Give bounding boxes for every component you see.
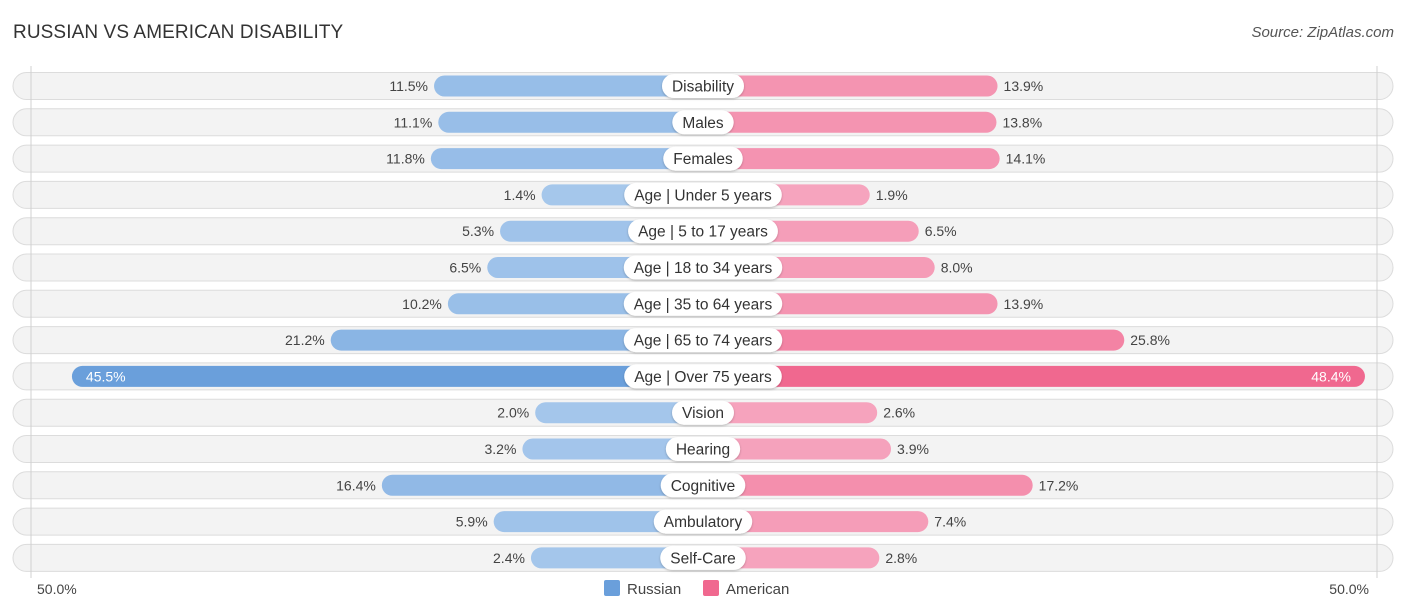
chart-row: 2.0% 2.6% Vision (12, 398, 1394, 427)
category-label: Ambulatory (664, 514, 743, 531)
value-label-russian: 11.5% (389, 78, 428, 94)
value-label-american: 2.8% (885, 550, 917, 566)
chart: 11.5% 13.9% Disability 11.1% 13.8% Males 11.8%… (12, 66, 1394, 598)
value-label-american: 25.8% (1130, 332, 1170, 348)
value-label-american: 48.4% (1311, 368, 1351, 384)
chart-row: 16.4% 17.2% Cognitive (12, 471, 1394, 500)
category-label: Age | 5 to 17 years (638, 224, 768, 241)
chart-row: 1.4% 1.9% Age | Under 5 years (12, 180, 1394, 209)
value-label-american: 2.6% (883, 405, 915, 421)
category-label: Age | 18 to 34 years (634, 260, 773, 277)
chart-row: 5.9% 7.4% Ambulatory (12, 507, 1394, 536)
bar-russian (71, 365, 704, 387)
value-label-russian: 16.4% (336, 477, 376, 493)
chart-row: 5.3% 6.5% Age | 5 to 17 years (12, 217, 1394, 246)
category-label: Age | 35 to 64 years (634, 296, 773, 313)
chart-row: 21.2% 25.8% Age | 65 to 74 years (12, 326, 1394, 355)
value-label-american: 17.2% (1039, 477, 1079, 493)
value-label-russian: 2.0% (497, 405, 529, 421)
value-label-american: 13.8% (1002, 114, 1042, 130)
value-label-russian: 1.4% (504, 187, 536, 203)
bar-american (703, 75, 998, 97)
category-label: Females (673, 151, 733, 168)
value-label-russian: 11.1% (394, 114, 433, 130)
legend-label-american: American (726, 581, 789, 598)
value-label-russian: 6.5% (449, 260, 481, 276)
chart-row: 3.2% 3.9% Hearing (12, 435, 1394, 463)
value-label-american: 14.1% (1006, 151, 1046, 167)
bar-russian (438, 111, 703, 133)
chart-row: 11.5% 13.9% Disability (12, 72, 1394, 100)
bar-russian (381, 474, 703, 496)
chart-row: 10.2% 13.9% Age | 35 to 64 years (12, 289, 1394, 318)
bar-american (703, 148, 1000, 170)
chart-row: 11.8% 14.1% Females (12, 144, 1394, 173)
value-label-american: 8.0% (941, 260, 973, 276)
value-label-russian: 3.2% (484, 441, 516, 457)
category-label: Vision (682, 405, 724, 422)
category-label: Hearing (676, 442, 730, 459)
value-label-russian: 5.9% (456, 514, 488, 530)
value-label-american: 1.9% (876, 187, 908, 203)
value-label-russian: 2.4% (493, 550, 525, 566)
category-label: Age | 65 to 74 years (634, 333, 773, 350)
legend-swatch-american (703, 580, 719, 596)
value-label-russian: 10.2% (402, 296, 442, 312)
value-label-american: 13.9% (1004, 296, 1044, 312)
category-label: Age | Over 75 years (634, 369, 772, 386)
chart-row: 11.1% 13.8% Males (12, 108, 1394, 137)
axis-right-label: 50.0% (1329, 581, 1369, 597)
bar-russian (430, 148, 703, 170)
bar-american (703, 111, 997, 133)
legend: Russian American (604, 580, 789, 598)
value-label-american: 3.9% (897, 441, 929, 457)
chart-row: 6.5% 8.0% Age | 18 to 34 years (12, 253, 1394, 282)
category-label: Age | Under 5 years (634, 187, 772, 204)
legend-label-russian: Russian (627, 581, 681, 598)
category-label: Disability (672, 79, 734, 96)
value-label-russian: 11.8% (386, 151, 425, 167)
legend-swatch-russian (604, 580, 620, 596)
category-label: Self-Care (670, 550, 735, 567)
value-label-russian: 45.5% (86, 368, 126, 384)
axis-left-label: 50.0% (37, 581, 77, 597)
value-label-russian: 5.3% (462, 223, 494, 239)
chart-row: 2.4% 2.8% Self-Care (12, 543, 1394, 572)
value-label-russian: 21.2% (285, 332, 325, 348)
category-label: Males (682, 115, 724, 132)
bar-american (703, 365, 1365, 387)
value-label-american: 7.4% (934, 514, 966, 530)
value-label-american: 13.9% (1004, 78, 1044, 94)
category-label: Cognitive (671, 478, 736, 495)
chart-row: 45.5% 48.4% Age | Over 75 years (12, 362, 1394, 391)
value-label-american: 6.5% (925, 223, 957, 239)
bar-american (703, 474, 1033, 496)
